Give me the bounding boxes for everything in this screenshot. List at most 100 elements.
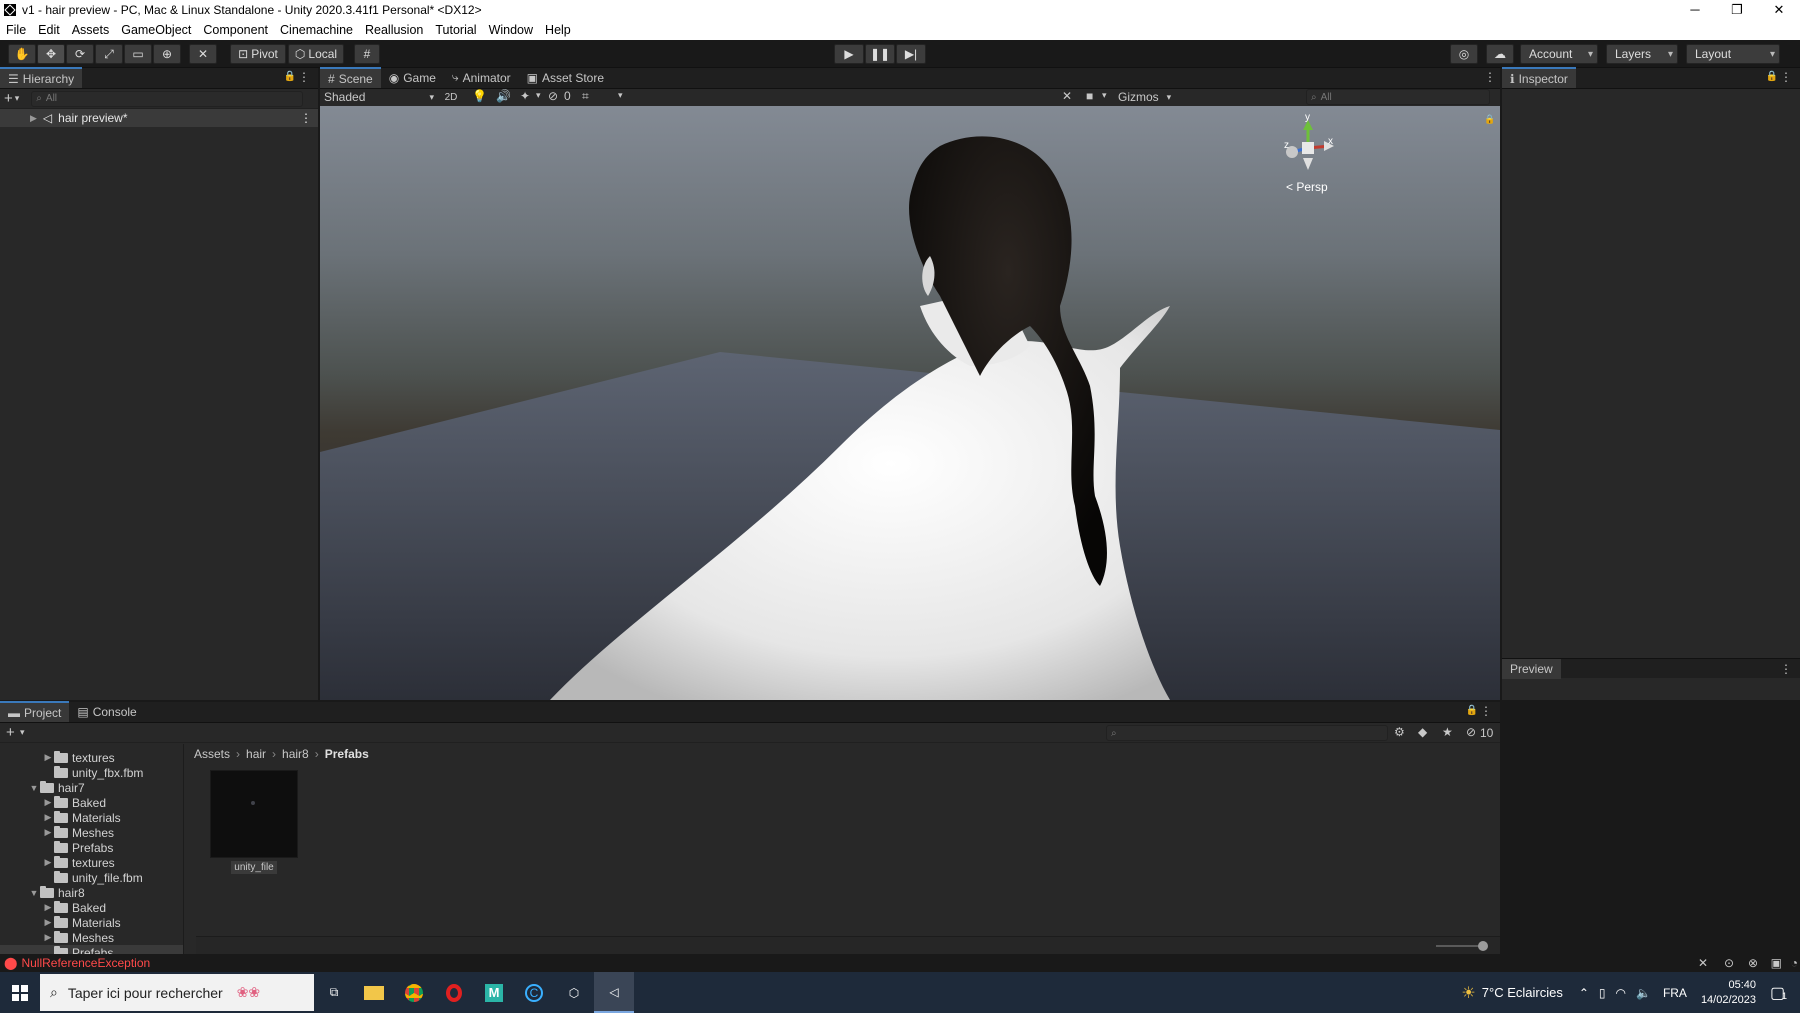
tree-expand-icon[interactable]: ▶ xyxy=(42,902,54,913)
tree-item[interactable]: ▶ textures xyxy=(0,750,183,765)
folder-tree[interactable]: ▶ textures unity_fbx.fbm ▼ hair7 ▶ Baked ▶ Mater… xyxy=(0,744,184,954)
grid-dropdown-icon[interactable]: ▾ xyxy=(618,90,623,101)
move-tool-icon[interactable]: ✥ xyxy=(37,44,65,64)
tree-expand-icon[interactable]: ▶ xyxy=(42,827,54,838)
tree-item[interactable]: ▶ Materials xyxy=(0,915,183,930)
chrome-icon[interactable] xyxy=(394,972,434,1013)
minimize-icon[interactable]: ─ xyxy=(1674,0,1716,20)
add-icon[interactable]: + xyxy=(4,90,13,107)
zoom-slider-track[interactable] xyxy=(1436,945,1482,947)
scroll-up-icon[interactable]: ▲ xyxy=(183,744,184,753)
tree-item[interactable]: Prefabs xyxy=(0,945,183,954)
orientation-gizmo[interactable]: y x z < Persp xyxy=(1278,112,1350,206)
menu-tutorial[interactable]: Tutorial xyxy=(429,23,482,37)
step-button[interactable]: ▶| xyxy=(896,44,926,64)
rotate-tool-icon[interactable]: ⟳ xyxy=(66,44,94,64)
cloud-icon[interactable]: ☁ xyxy=(1486,44,1514,64)
weather-text[interactable]: 7°C Eclaircies xyxy=(1482,985,1563,1000)
zoom-slider-thumb[interactable] xyxy=(1478,941,1488,951)
tree-item[interactable]: ▶ Materials xyxy=(0,810,183,825)
inspector-kebab-icon[interactable]: ⋮ xyxy=(1780,70,1792,84)
device-icon[interactable]: ▯ xyxy=(1599,986,1606,1000)
search-by-label-icon[interactable]: ◆ xyxy=(1418,725,1427,739)
hidden-packages-icon[interactable]: ⊘ xyxy=(1466,725,1476,739)
layers-dropdown[interactable]: Layers xyxy=(1606,44,1678,64)
tab-project[interactable]: ▬ Project xyxy=(0,701,70,722)
camera-icon[interactable]: ■ xyxy=(1086,89,1093,103)
tree-expand-icon[interactable]: ▶ xyxy=(42,752,54,763)
tree-expand-icon[interactable]: ▶ xyxy=(42,857,54,868)
status-icon-3[interactable]: ⊗ xyxy=(1748,956,1758,970)
project-search-input[interactable]: ⌕ xyxy=(1106,725,1388,741)
favorites-icon[interactable]: ★ xyxy=(1442,725,1453,739)
add-dropdown-icon[interactable]: ▾ xyxy=(15,93,20,104)
lighting-icon[interactable]: 💡 xyxy=(472,89,487,103)
tree-item[interactable]: ▶ Baked xyxy=(0,795,183,810)
menu-assets[interactable]: Assets xyxy=(66,23,116,37)
toggle-2d-button[interactable]: 2D xyxy=(440,89,462,105)
menu-edit[interactable]: Edit xyxy=(32,23,66,37)
menu-cinemachine[interactable]: Cinemachine xyxy=(274,23,359,37)
status-icon-4[interactable]: ▣ xyxy=(1771,956,1782,970)
unity-editor-icon[interactable]: ◁ xyxy=(594,972,634,1013)
notification-center-icon[interactable]: ▢ 1 xyxy=(1770,983,1800,1003)
pause-button[interactable]: ❚❚ xyxy=(865,44,895,64)
tab-animator[interactable]: ⤷ Animator xyxy=(444,67,519,88)
audio-icon[interactable]: 🔊 xyxy=(496,89,511,103)
layout-dropdown[interactable]: Layout xyxy=(1686,44,1780,64)
scene-menu-icon[interactable]: ⋮ xyxy=(300,111,312,125)
breadcrumb-hair8[interactable]: hair8 xyxy=(282,747,309,761)
tools-icon[interactable]: ✕ xyxy=(1062,89,1072,103)
tree-item[interactable]: Prefabs xyxy=(0,840,183,855)
breadcrumb-assets[interactable]: Assets xyxy=(194,747,230,761)
perspective-label[interactable]: < Persp xyxy=(1286,180,1328,194)
scene-search-input[interactable]: ⌕ All xyxy=(1306,89,1490,105)
scene-root-row[interactable]: ▶ ◁ hair preview* ⋮ xyxy=(0,109,318,127)
project-add-icon[interactable]: + xyxy=(6,724,15,741)
language-indicator[interactable]: FRA xyxy=(1663,986,1687,1000)
tab-inspector[interactable]: ℹ Inspector xyxy=(1502,67,1576,88)
tab-preview[interactable]: Preview xyxy=(1502,658,1561,679)
menu-help[interactable]: Help xyxy=(539,23,577,37)
volume-icon[interactable]: 🔈 xyxy=(1636,986,1651,1000)
restore-icon[interactable]: ❐ xyxy=(1716,0,1758,20)
lock-icon[interactable]: 🔒 xyxy=(284,71,296,82)
file-explorer-icon[interactable] xyxy=(354,972,394,1013)
tab-console[interactable]: ▤ Console xyxy=(69,701,144,722)
preview-kebab-icon[interactable]: ⋮ xyxy=(1780,662,1792,676)
scroll-down-icon[interactable]: ▼ xyxy=(183,942,184,951)
tree-expand-icon[interactable]: ▼ xyxy=(28,888,40,898)
tree-expand-icon[interactable]: ▶ xyxy=(42,917,54,928)
character-creator-icon[interactable]: C xyxy=(514,972,554,1013)
close-icon[interactable]: ✕ xyxy=(1758,0,1800,20)
account-dropdown[interactable]: Account xyxy=(1520,44,1598,64)
opera-icon[interactable] xyxy=(434,972,474,1013)
menu-file[interactable]: File xyxy=(0,23,32,37)
tree-item[interactable]: ▶ Meshes xyxy=(0,825,183,840)
hierarchy-search-input[interactable]: ⌕ All xyxy=(31,90,304,107)
status-error-message[interactable]: NullReferenceException xyxy=(21,956,150,970)
tab-game[interactable]: ◉ Game xyxy=(381,67,444,88)
hidden-objects-icon[interactable]: ⊘ xyxy=(548,89,558,103)
tree-item[interactable]: ▶ textures xyxy=(0,855,183,870)
scale-tool-icon[interactable]: ⤢ xyxy=(95,44,123,64)
tree-item[interactable]: ▼ hair7 xyxy=(0,780,183,795)
project-kebab-icon[interactable]: ⋮ xyxy=(1480,704,1492,718)
effects-dropdown-icon[interactable]: ▾ xyxy=(536,90,541,101)
hand-tool-icon[interactable]: ✋ xyxy=(8,44,36,64)
pivot-toggle[interactable]: ⊡ Pivot xyxy=(230,44,286,64)
kebab-menu-icon[interactable]: ⋮ xyxy=(298,70,310,84)
status-icon-2[interactable]: ⊙ xyxy=(1724,956,1734,970)
tree-item[interactable]: ▶ Meshes xyxy=(0,930,183,945)
gizmo-lock-icon[interactable]: 🔒 xyxy=(1484,114,1495,125)
asset-tile[interactable]: unity_file xyxy=(210,770,298,876)
task-view-icon[interactable]: ⧉ xyxy=(314,972,354,1013)
camera-dropdown-icon[interactable]: ▾ xyxy=(1102,90,1107,101)
tree-item[interactable]: unity_fbx.fbm xyxy=(0,765,183,780)
tree-expand-icon[interactable]: ▶ xyxy=(42,812,54,823)
rect-tool-icon[interactable]: ▭ xyxy=(124,44,152,64)
search-by-type-icon[interactable]: ⚙ xyxy=(1394,725,1405,739)
tree-expand-icon[interactable]: ▶ xyxy=(42,932,54,943)
grid-visibility-icon[interactable]: ⌗ xyxy=(582,89,589,104)
play-button[interactable]: ▶ xyxy=(834,44,864,64)
